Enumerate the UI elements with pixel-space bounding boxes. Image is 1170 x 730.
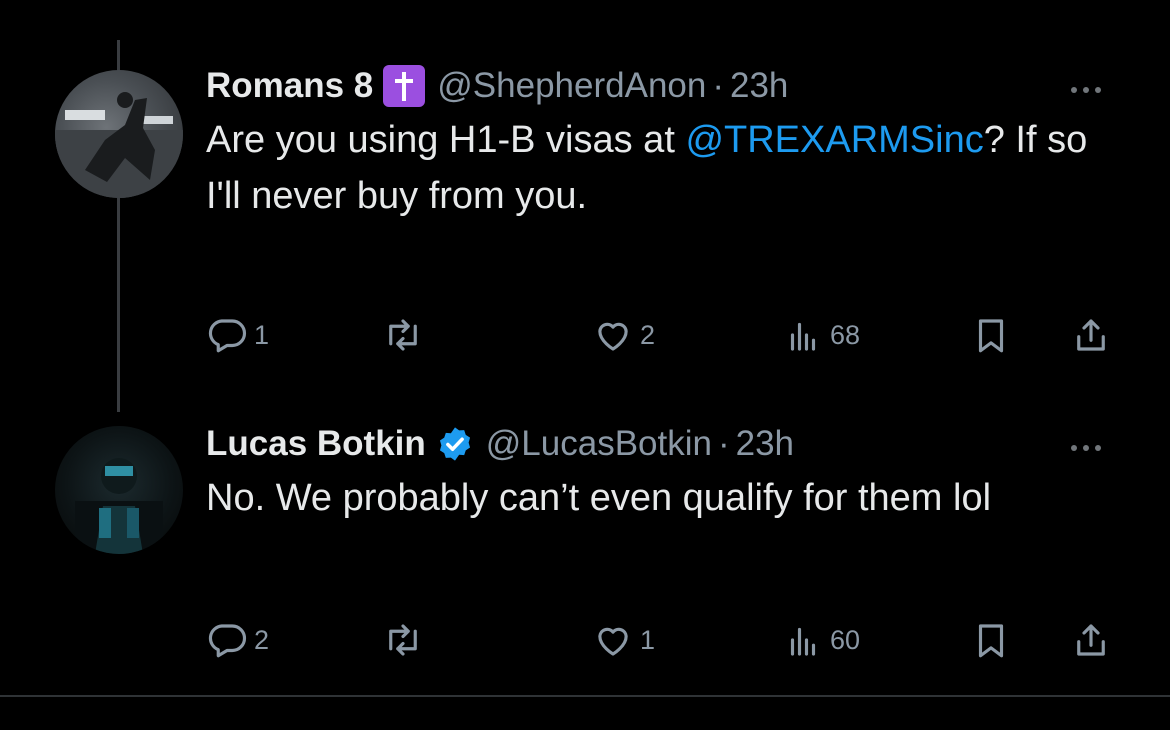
mention-link[interactable]: @TREXARMSinc [685,119,983,161]
views-count: 68 [830,319,861,350]
handle[interactable]: @LucasBotkin [486,424,712,464]
reply-button[interactable]: 2 [206,615,269,665]
separator-dot: · [717,424,730,463]
like-icon [598,322,628,351]
retweet-button[interactable] [382,615,430,665]
like-button[interactable]: 1 [592,615,655,665]
verified-check-icon [436,425,474,463]
bookmark-button[interactable] [970,615,1012,665]
timestamp[interactable]: 23h [730,66,788,106]
tweet-text-start: Are you using H1-B visas at [206,119,686,161]
divider [0,695,1170,697]
avatar[interactable] [55,426,183,554]
tweet-actions: 1 2 68 [206,310,1136,360]
more-icon[interactable] [1066,80,1106,100]
reply-icon [208,624,247,658]
like-count: 2 [640,319,656,350]
bookmark-button[interactable] [970,310,1012,360]
tweet-text: No. We probably can’t even qualify for t… [206,477,992,519]
views-icon [790,322,816,351]
views-button[interactable]: 60 [782,615,860,665]
retweet-button[interactable] [382,310,430,360]
reply-button[interactable]: 1 [206,310,269,360]
display-name[interactable]: Romans 8 [206,66,373,106]
like-button[interactable]: 2 [592,310,655,360]
tweet-text: Are you using H1-B visas at @TREXARMSinc… [206,112,1106,224]
views-button[interactable]: 68 [782,310,860,360]
share-button[interactable] [1070,310,1112,360]
tweet-actions: 2 1 60 [206,615,1136,665]
reply-icon [208,319,247,353]
more-icon[interactable] [1066,438,1106,458]
bookmark-icon [978,319,1004,353]
tweet-header: Lucas Botkin @LucasBotkin · 23h [206,420,1106,468]
separator-dot: · [712,66,724,105]
retweet-icon [389,319,417,351]
reply-count: 2 [254,624,270,655]
display-name[interactable]: Lucas Botkin [206,424,426,464]
views-count: 60 [830,624,861,655]
share-icon [1077,624,1105,656]
retweet-icon [389,624,417,656]
share-button[interactable] [1070,615,1112,665]
reply-count: 1 [254,319,270,350]
cross-icon [383,65,426,107]
timestamp[interactable]: 23h [736,424,794,464]
avatar[interactable] [55,70,183,198]
like-icon [598,627,628,656]
bookmark-icon [978,624,1004,658]
views-icon [790,627,816,656]
share-icon [1077,319,1105,351]
handle[interactable]: @ShepherdAnon [437,66,706,106]
tweet-header: Romans 8 @ShepherdAnon · 23h [206,62,1106,110]
like-count: 1 [640,624,656,655]
